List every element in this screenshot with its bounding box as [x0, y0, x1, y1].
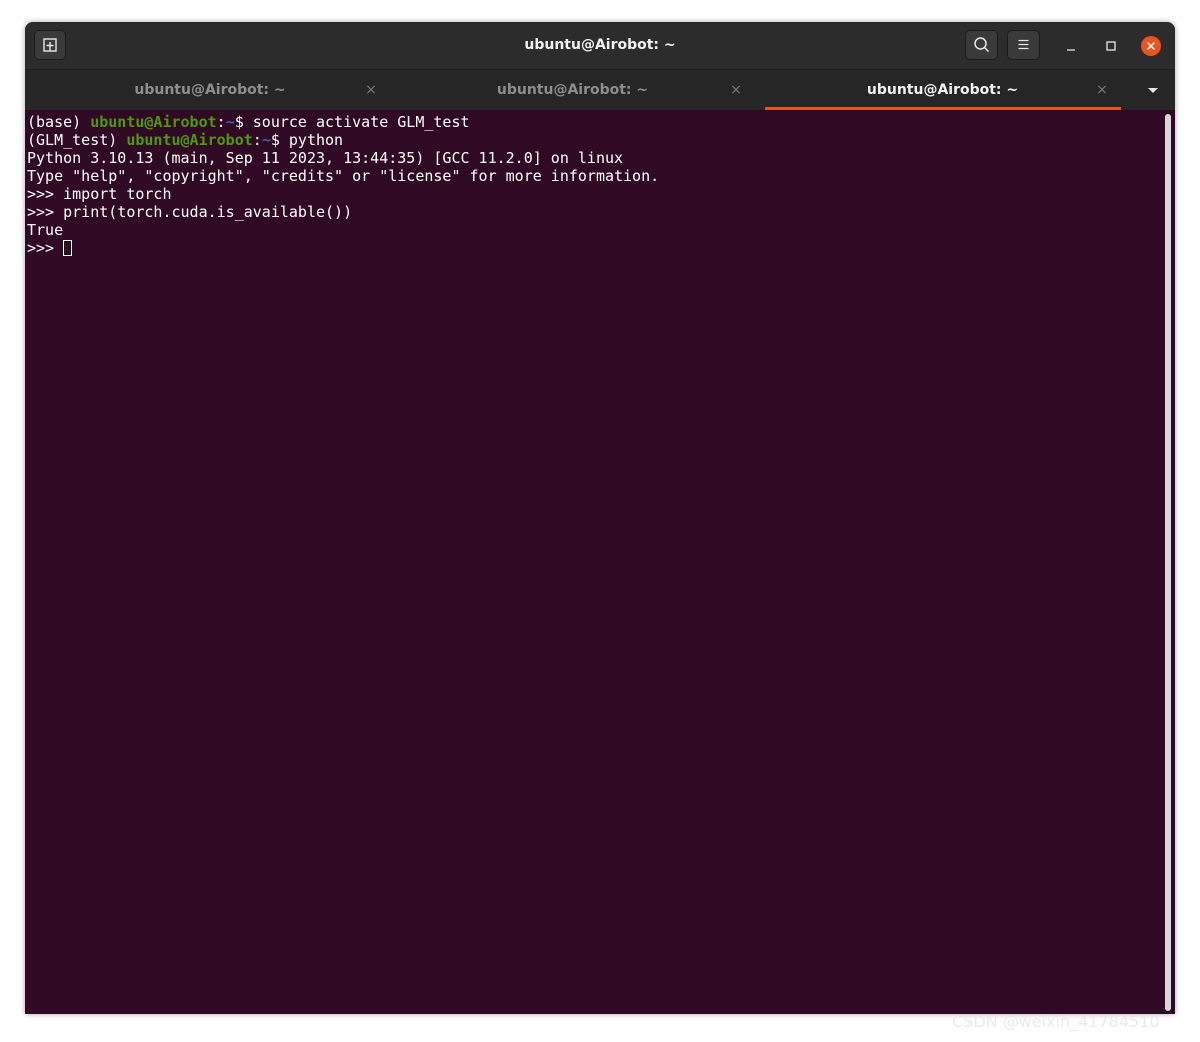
close-icon	[1146, 41, 1156, 51]
terminal-input-line: >>>	[27, 239, 659, 257]
search-icon	[974, 37, 990, 53]
minimize-icon	[1067, 49, 1075, 51]
tab-list-dropdown[interactable]	[1142, 80, 1164, 100]
prompt-path: ~	[225, 113, 235, 131]
minimize-button[interactable]	[1061, 36, 1081, 56]
terminal-output: (base) ubuntu@Airobot:~$ source activate…	[27, 113, 659, 257]
search-button[interactable]	[965, 30, 998, 60]
menu-button[interactable]	[1007, 30, 1040, 60]
text-cursor	[63, 240, 73, 256]
command-text: $ python	[270, 131, 344, 149]
conda-env: (GLM_test)	[27, 131, 127, 149]
command-text: $ source activate GLM_test	[234, 113, 470, 131]
tab-close-icon[interactable]: ×	[726, 80, 746, 100]
terminal-line: >>> print(torch.cuda.is_available())	[27, 203, 353, 221]
tab-1[interactable]: ubuntu@Airobot: ~ ×	[25, 70, 390, 110]
watermark: CSDN @weixin_41784510	[952, 1012, 1160, 1031]
tab-bar: ubuntu@Airobot: ~ × ubuntu@Airobot: ~ × …	[25, 70, 1175, 110]
scrollbar-thumb[interactable]	[1165, 114, 1171, 1011]
prompt-path: ~	[261, 131, 271, 149]
scrollbar[interactable]	[1164, 114, 1172, 1011]
terminal-line: True	[27, 221, 64, 239]
tab-label: ubuntu@Airobot: ~	[496, 82, 649, 98]
prompt-separator: :	[216, 113, 226, 131]
maximize-button[interactable]	[1101, 36, 1121, 56]
window-title: ubuntu@Airobot: ~	[524, 37, 676, 53]
tab-3-active[interactable]: ubuntu@Airobot: ~ ×	[765, 70, 1130, 110]
hamburger-menu-icon	[1018, 39, 1029, 50]
title-bar: ubuntu@Airobot: ~	[25, 22, 1175, 70]
terminal-area[interactable]: (base) ubuntu@Airobot:~$ source activate…	[25, 110, 1175, 1014]
prompt-separator: :	[252, 131, 262, 149]
tab-2[interactable]: ubuntu@Airobot: ~ ×	[390, 70, 755, 110]
python-prompt: >>>	[27, 239, 64, 257]
terminal-line: (GLM_test) ubuntu@Airobot:~$ python	[27, 131, 659, 149]
prompt-user-host: ubuntu@Airobot	[90, 113, 217, 131]
tab-close-icon[interactable]: ×	[361, 80, 381, 100]
maximize-icon	[1106, 41, 1116, 51]
close-button[interactable]	[1141, 36, 1161, 56]
tab-label: ubuntu@Airobot: ~	[134, 82, 286, 98]
prompt-user-host: ubuntu@Airobot	[126, 131, 253, 149]
tab-label: ubuntu@Airobot: ~	[866, 82, 1019, 98]
terminal-line: Python 3.10.13 (main, Sep 11 2023, 13:44…	[27, 149, 624, 167]
terminal-line: Type "help", "copyright", "credits" or "…	[27, 167, 660, 185]
conda-env: (base)	[27, 113, 91, 131]
terminal-line: >>> import torch	[27, 185, 172, 203]
chevron-down-icon	[1148, 88, 1158, 93]
terminal-line: (base) ubuntu@Airobot:~$ source activate…	[27, 113, 659, 131]
tab-close-icon[interactable]: ×	[1092, 80, 1112, 100]
terminal-window: ubuntu@Airobot: ~ ubuntu@Airobot: ~ × ub…	[25, 22, 1175, 1014]
